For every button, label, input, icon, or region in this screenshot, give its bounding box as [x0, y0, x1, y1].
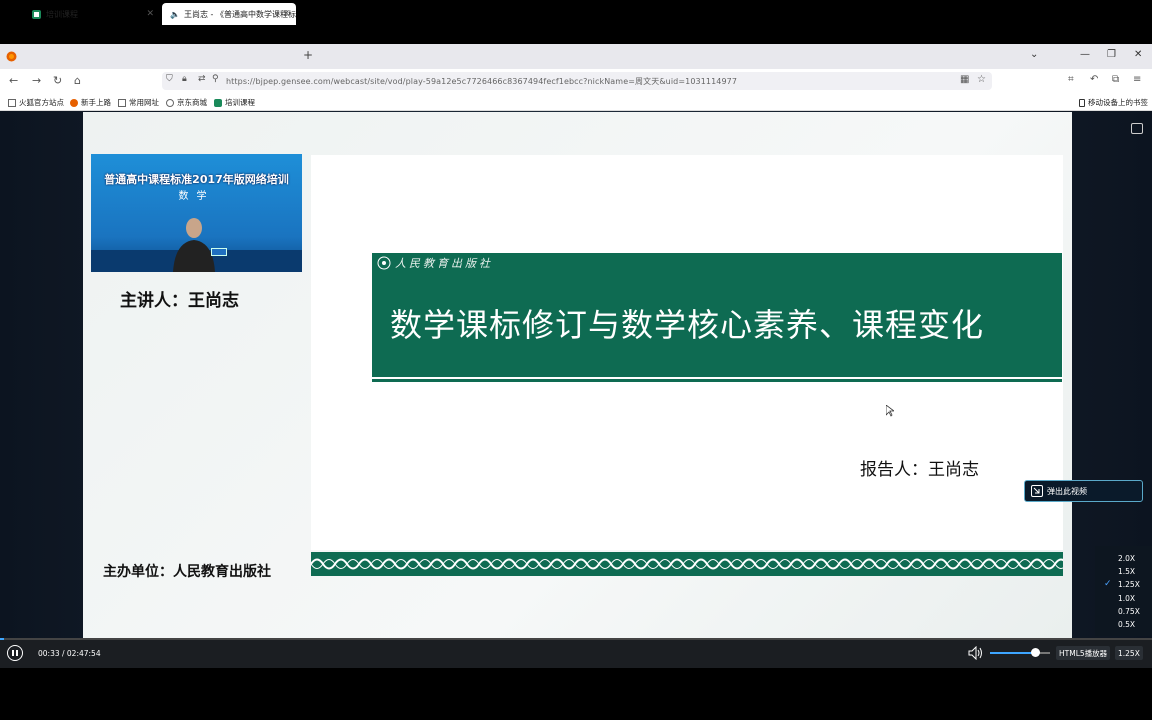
publisher-logo-text: 人民教育出版社	[395, 257, 493, 270]
tab-label: 培训课程	[46, 9, 78, 19]
minimize-button[interactable]: —	[1080, 49, 1090, 60]
popout-icon	[1031, 485, 1043, 497]
video-banner-subject: 数学	[178, 191, 215, 202]
speaker-icon: 🔈	[170, 9, 180, 19]
reload-icon[interactable]: ↻	[53, 74, 62, 87]
tab-lecture-video[interactable]: 🔈 王尚志 - 《普通高中数学课程标 ✕	[162, 3, 296, 25]
training-favicon	[214, 98, 222, 107]
pep-logo-icon	[377, 256, 391, 270]
close-window-button[interactable]: ✕	[1134, 49, 1142, 60]
close-tab-icon[interactable]: ✕	[146, 9, 154, 19]
folder-icon	[8, 98, 16, 107]
speaker-figure	[173, 218, 215, 272]
pause-button[interactable]	[7, 645, 23, 661]
bookmark-training-courses[interactable]: 培训课程	[214, 97, 255, 108]
tab-training-courses[interactable]: 培训课程 ✕	[24, 3, 160, 25]
reporter-label: 报告人：王尚志	[860, 460, 979, 480]
url-text[interactable]: https://bjpep.gensee.com/webcast/site/vo…	[226, 76, 737, 87]
new-tab-button[interactable]: +	[303, 48, 313, 62]
firefox-icon[interactable]	[6, 51, 17, 62]
time-display: 00:33 / 02:47:54	[38, 649, 101, 658]
speed-option[interactable]: 2.0X	[1118, 554, 1135, 563]
speed-option[interactable]: 0.75X	[1118, 607, 1140, 616]
bottom-black-bar	[0, 668, 1152, 720]
bookmark-star-icon[interactable]: ☆	[977, 74, 986, 85]
bookmark-getting-started[interactable]: 新手上路	[70, 97, 111, 108]
tab-label: 王尚志 - 《普通高中数学课程标	[183, 9, 296, 19]
close-tab-icon[interactable]: ✕	[282, 9, 290, 19]
restore-button[interactable]: ❐	[1107, 49, 1116, 60]
bookmark-mobile[interactable]: 移动设备上的书签	[1079, 97, 1148, 108]
slide-title: 数学课标修订与数学核心素养、课程变化	[390, 306, 985, 344]
shield-icon[interactable]: ⛉	[166, 74, 173, 84]
organizer-label: 主办单位：人民教育出版社	[103, 564, 271, 580]
speed-option[interactable]: 1.5X	[1118, 567, 1135, 576]
lock-icon[interactable]: 🔒︎	[182, 74, 187, 84]
permissions-icon[interactable]: ⇄	[198, 74, 206, 84]
firefox-icon	[70, 98, 78, 107]
qr-code-icon[interactable]: ▦	[960, 74, 969, 85]
progress-track[interactable]	[0, 638, 1152, 640]
back-icon[interactable]: ←	[9, 74, 18, 87]
volume-slider-handle[interactable]	[1031, 648, 1040, 657]
name-plate	[211, 248, 227, 256]
speaker-video-thumbnail: 普通高中课程标准2017年版网络培训 数学	[91, 154, 302, 272]
extensions-icon[interactable]: ⧉	[1112, 74, 1119, 85]
playback-rate-button[interactable]: 1.25X	[1115, 646, 1143, 660]
training-favicon	[32, 9, 41, 19]
crop-icon[interactable]: ⌗	[1068, 74, 1074, 85]
mouse-cursor-icon	[886, 405, 894, 417]
bookmark-jd-mall[interactable]: 京东商城	[166, 97, 207, 108]
home-icon[interactable]: ⌂	[74, 74, 81, 87]
globe-icon	[166, 98, 174, 107]
tab-list-icon[interactable]: ⌄	[1030, 49, 1038, 60]
lecturer-label: 主讲人：王尚志	[120, 291, 239, 311]
undo-icon[interactable]: ↶	[1090, 74, 1098, 85]
forward-icon[interactable]: →	[32, 74, 41, 87]
folder-icon	[118, 98, 126, 107]
html5-player-button[interactable]: HTML5播放器	[1056, 646, 1111, 660]
video-banner-title: 普通高中课程标准2017年版网络培训	[104, 173, 289, 186]
bookmark-common-sites[interactable]: 常用网址	[118, 97, 159, 108]
volume-icon[interactable]	[968, 646, 984, 660]
speed-option[interactable]: 1.0X	[1118, 594, 1135, 603]
speed-option[interactable]: 0.5X	[1118, 620, 1135, 629]
phone-icon	[1079, 98, 1085, 107]
speed-option-selected[interactable]: 1.25X	[1118, 580, 1140, 589]
picture-in-picture-icon[interactable]	[1131, 123, 1143, 134]
check-icon: ✓	[1104, 579, 1112, 589]
bookmark-firefox-site[interactable]: 火狐官方站点	[8, 97, 64, 108]
menu-icon[interactable]: ≡	[1133, 74, 1141, 85]
tab-strip	[0, 44, 1152, 69]
volume-fill	[990, 652, 1035, 654]
decorative-border	[311, 552, 1063, 576]
link-icon[interactable]: ⚲	[212, 74, 219, 84]
title-underline	[372, 379, 1062, 382]
progress-fill	[0, 638, 4, 640]
